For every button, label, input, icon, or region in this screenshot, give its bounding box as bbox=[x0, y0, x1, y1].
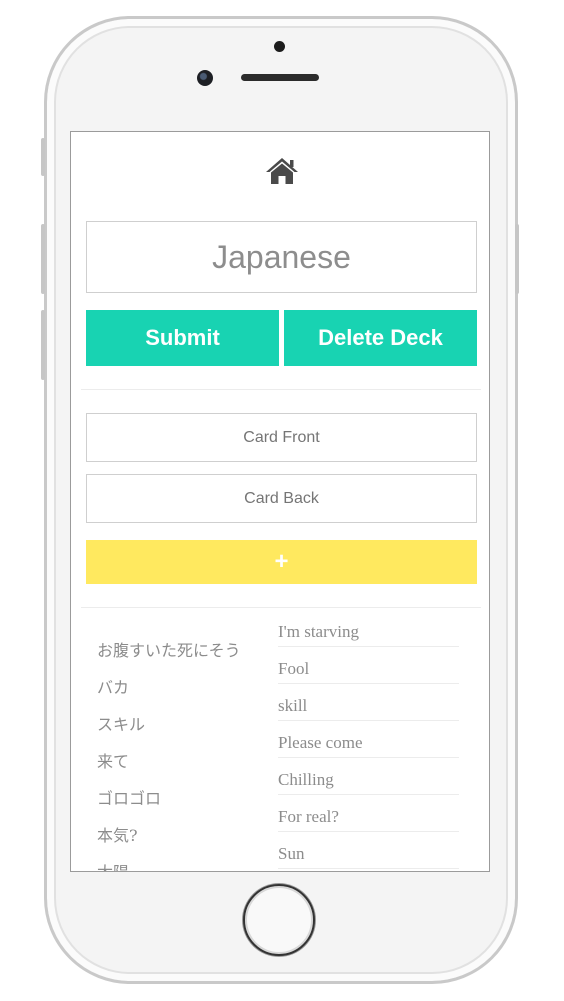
submit-button[interactable]: Submit bbox=[86, 310, 279, 366]
card-back-text: skill bbox=[278, 697, 459, 721]
list-item[interactable]: 本気? For real? bbox=[97, 808, 459, 845]
app-screen: Submit Delete Deck + お腹すいた死にそう I'm starv… bbox=[70, 131, 490, 872]
home-icon[interactable] bbox=[265, 157, 299, 185]
divider bbox=[81, 607, 481, 608]
mute-switch bbox=[41, 138, 45, 176]
front-camera bbox=[197, 70, 213, 86]
proximity-sensor bbox=[274, 41, 285, 52]
list-item[interactable]: 太陽 Sun bbox=[97, 845, 459, 871]
card-front-input[interactable] bbox=[86, 413, 477, 462]
card-back-text: For real? bbox=[278, 808, 459, 832]
card-front-text: ゴロゴロ bbox=[97, 789, 162, 808]
card-back-text: Fool bbox=[278, 660, 459, 684]
list-item[interactable]: スキル skill bbox=[97, 697, 459, 734]
card-list: お腹すいた死にそう I'm starving バカ Fool スキル skill… bbox=[97, 623, 459, 871]
card-back-text: Chilling bbox=[278, 771, 459, 795]
deck-name-input[interactable] bbox=[86, 221, 477, 293]
card-front-text: スキル bbox=[97, 715, 146, 734]
list-item[interactable]: バカ Fool bbox=[97, 660, 459, 697]
card-back-text: I'm starving bbox=[278, 623, 459, 647]
card-front-text: バカ bbox=[97, 678, 130, 697]
volume-down-button bbox=[41, 310, 45, 380]
list-item[interactable]: 来て Please come bbox=[97, 734, 459, 771]
card-front-text: お腹すいた死にそう bbox=[97, 641, 241, 660]
card-back-text: Sun bbox=[278, 845, 459, 869]
card-front-text: 本気? bbox=[97, 826, 138, 845]
power-button bbox=[515, 224, 519, 294]
card-front-text: 来て bbox=[97, 752, 130, 771]
volume-up-button bbox=[41, 224, 45, 294]
list-item[interactable]: お腹すいた死にそう I'm starving bbox=[97, 623, 459, 660]
card-back-text: Please come bbox=[278, 734, 459, 758]
add-card-button[interactable]: + bbox=[86, 540, 477, 584]
earpiece-speaker bbox=[241, 74, 319, 81]
device-home-button[interactable] bbox=[243, 884, 315, 956]
divider bbox=[81, 389, 481, 390]
delete-deck-button[interactable]: Delete Deck bbox=[284, 310, 477, 366]
list-item[interactable]: ゴロゴロ Chilling bbox=[97, 771, 459, 808]
card-back-input[interactable] bbox=[86, 474, 477, 523]
card-front-text: 太陽 bbox=[97, 859, 129, 871]
